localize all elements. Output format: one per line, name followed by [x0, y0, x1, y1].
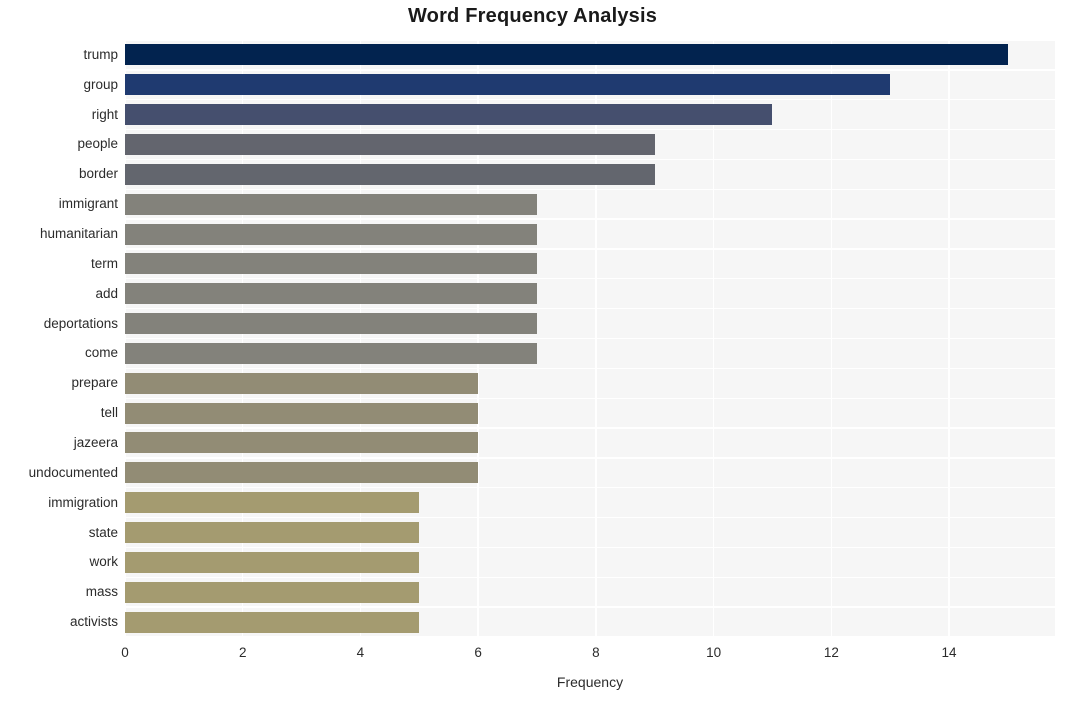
y-axis-tick-label: undocumented: [28, 464, 118, 480]
x-axis-title: Frequency: [556, 674, 624, 690]
y-axis-tick-label: term: [91, 255, 118, 271]
y-axis-tick-label: work: [89, 554, 118, 570]
y-axis-tick-label: state: [88, 524, 118, 540]
chart-title: Word Frequency Analysis: [407, 5, 658, 27]
chart-figure: Word Frequency Analysis trump group right p…: [0, 0, 1065, 701]
x-axis-tick-label: 4: [356, 645, 365, 660]
x-axis-tick-label: 10: [706, 645, 722, 660]
x-axis-tick-label: 6: [474, 645, 482, 660]
y-axis-tick-label: activists: [69, 614, 118, 630]
y-axis-tick-labels: trump group right people border immigrant huma…: [0, 40, 1065, 637]
y-axis-tick-label: trump: [83, 46, 118, 62]
y-axis-tick-label: border: [78, 166, 118, 182]
x-axis-tick-label: 12: [823, 645, 839, 660]
y-axis-tick-label: humanitarian: [39, 226, 118, 242]
x-axis-tick-label: 2: [238, 645, 247, 660]
x-axis-tick-label: 8: [592, 645, 600, 660]
y-axis-tick-label: immigrant: [58, 196, 118, 212]
y-axis-tick-label: people: [77, 136, 118, 152]
y-axis-tick-label: add: [95, 285, 118, 301]
y-axis-tick-label: jazeera: [73, 434, 118, 450]
y-axis-tick-label: prepare: [71, 375, 118, 391]
y-axis-tick-label: immigration: [48, 494, 118, 510]
y-axis-tick-label: mass: [85, 584, 118, 600]
x-axis-tick-labels: 0 2 4 6 8 10 12 14: [0, 645, 1065, 667]
y-axis-tick-label: tell: [100, 405, 118, 421]
y-axis-tick-label: group: [83, 76, 118, 92]
y-axis-tick-label: right: [91, 106, 118, 122]
x-axis-tick-label: 0: [121, 645, 129, 660]
y-axis-tick-label: come: [84, 345, 118, 361]
x-axis-tick-label: 14: [941, 645, 957, 660]
y-axis-tick-label: deportations: [43, 315, 118, 331]
